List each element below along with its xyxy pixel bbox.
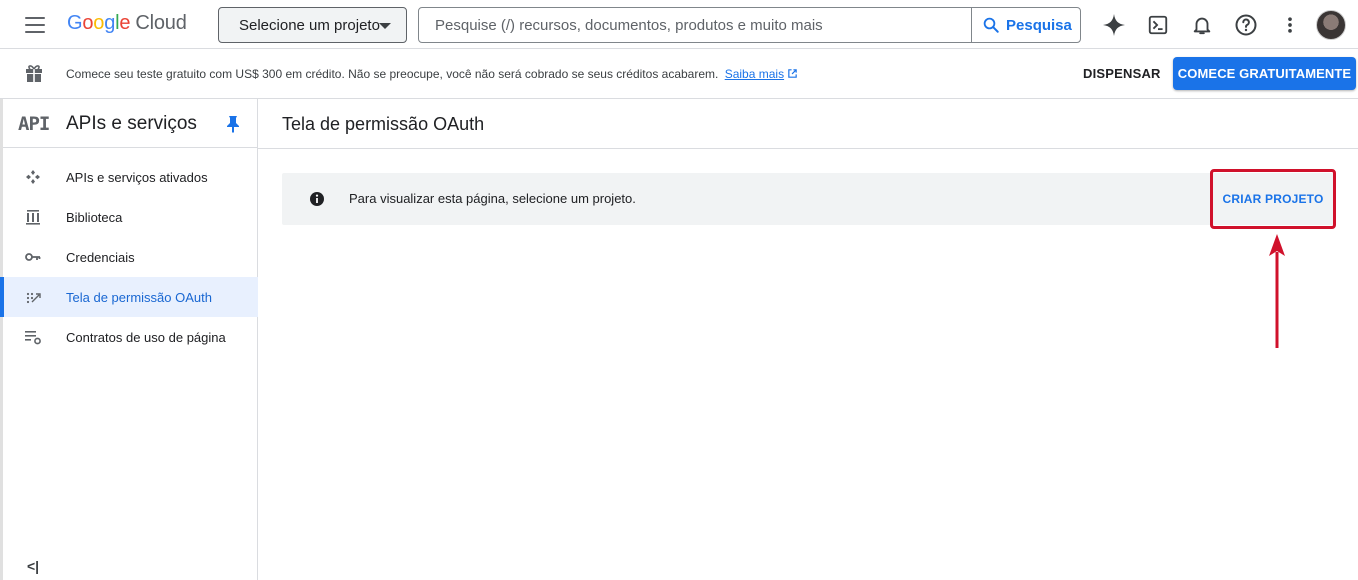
select-project-notice: Para visualizar esta página, selecione u…: [282, 173, 1336, 225]
collapse-sidebar-icon[interactable]: <|: [27, 558, 39, 574]
key-icon: [25, 253, 41, 261]
sidebar-item-enabled-apis[interactable]: APIs e serviços ativados: [3, 157, 258, 197]
project-picker-button[interactable]: Selecione um projeto: [218, 7, 407, 43]
help-icon[interactable]: [1233, 12, 1259, 38]
sidebar-item-library[interactable]: Biblioteca: [3, 197, 258, 237]
sidebar: API APIs e serviços APIs e serviços ativ…: [0, 99, 258, 580]
caret-down-icon: [379, 23, 391, 29]
search-button[interactable]: Pesquisa: [971, 8, 1080, 42]
gemini-sparkle-icon[interactable]: [1101, 12, 1127, 38]
notifications-bell-icon[interactable]: [1189, 12, 1215, 38]
start-free-button[interactable]: COMECE GRATUITAMENTE: [1173, 57, 1356, 90]
page-title: Tela de permissão OAuth: [282, 114, 485, 134]
free-trial-banner: Comece seu teste gratuito com US$ 300 em…: [0, 49, 1358, 99]
external-link-icon: [788, 69, 797, 78]
account-avatar[interactable]: [1316, 10, 1346, 40]
search-icon: [983, 17, 999, 33]
learn-more-link[interactable]: Saiba mais: [725, 67, 798, 81]
sidebar-item-label: Credenciais: [66, 250, 135, 265]
library-icon: [26, 210, 40, 225]
top-bar: Google Cloud Selecione um projeto Pesquis…: [0, 0, 1358, 49]
google-cloud-logo[interactable]: Google Cloud: [67, 12, 187, 35]
create-project-button[interactable]: CRIAR PROJETO: [1210, 169, 1336, 229]
dismiss-button[interactable]: DISPENSAR: [1083, 66, 1161, 81]
info-icon: [310, 192, 324, 206]
oauth-consent-icon: [26, 292, 41, 304]
project-picker-label: Selecione um projeto: [239, 16, 380, 34]
search-box: Pesquisa: [418, 7, 1081, 43]
cloud-shell-icon[interactable]: [1145, 12, 1171, 38]
sidebar-item-label: Tela de permissão OAuth: [66, 290, 212, 305]
main-menu-icon[interactable]: [22, 13, 48, 37]
title-divider: [258, 148, 1358, 149]
pin-icon[interactable]: [226, 115, 240, 133]
sidebar-item-oauth-consent[interactable]: Tela de permissão OAuth: [0, 277, 258, 317]
page-usage-settings-icon: [25, 331, 41, 345]
sidebar-item-label: Biblioteca: [66, 210, 123, 225]
sidebar-item-credentials[interactable]: Credenciais: [3, 237, 258, 277]
notice-text: Para visualizar esta página, selecione u…: [349, 191, 636, 206]
more-vert-icon[interactable]: [1277, 12, 1303, 38]
sidebar-header: API APIs e serviços: [3, 99, 258, 148]
promo-text-line: Comece seu teste gratuito com US$ 300 em…: [66, 67, 798, 81]
promo-text: Comece seu teste gratuito com US$ 300 em…: [66, 67, 719, 81]
annotation-arrow-icon: [1269, 234, 1285, 348]
search-input[interactable]: [419, 8, 972, 42]
sidebar-item-label: APIs e serviços ativados: [66, 170, 208, 185]
api-logo-icon: API: [18, 113, 50, 135]
sidebar-item-page-usage[interactable]: Contratos de uso de página: [3, 317, 258, 357]
sidebar-item-label: Contratos de uso de página: [66, 330, 226, 345]
apis-diamond-icon: [26, 170, 40, 184]
search-button-label: Pesquisa: [1006, 16, 1072, 34]
sidebar-title: APIs e serviços: [66, 113, 197, 134]
gift-icon: [26, 65, 42, 82]
